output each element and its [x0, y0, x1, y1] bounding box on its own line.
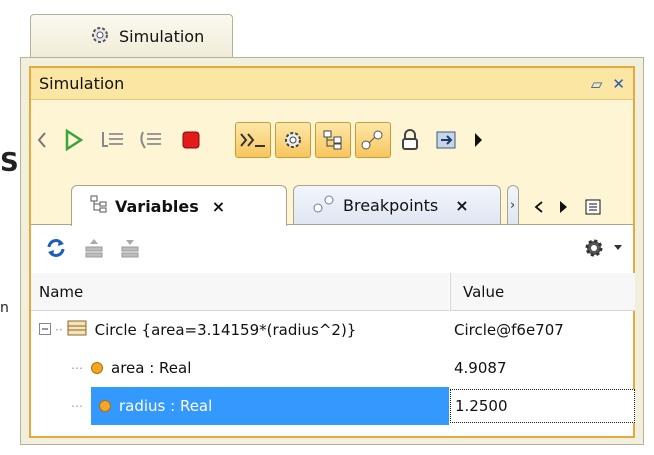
tree-connector: ⋯ — [71, 399, 83, 413]
tab-label: Simulation — [119, 27, 205, 46]
run-icon[interactable] — [61, 126, 87, 154]
pseudo-state-toggle-button[interactable] — [315, 122, 351, 158]
tab-simulation[interactable]: Simulation — [30, 14, 233, 58]
table-row-selected[interactable]: ⋯ radius : Real 1.2500 — [31, 387, 635, 425]
close-icon[interactable]: ✕ — [612, 75, 625, 93]
selected-highlight: radius : Real — [91, 387, 449, 425]
console-toggle-button[interactable] — [235, 122, 271, 158]
column-header-name[interactable]: Name — [31, 273, 449, 311]
cropped-text-fragment: S — [0, 148, 19, 178]
instance-icon — [67, 319, 87, 341]
tab-label: Breakpoints — [343, 196, 439, 215]
tab-variables[interactable]: Variables × — [71, 185, 287, 226]
lock-icon[interactable] — [397, 126, 423, 154]
settings-gear-icon[interactable] — [581, 235, 607, 261]
variable-name: Circle {area=3.14159*(radius^2)} — [94, 321, 357, 339]
simulation-panel: Simulation ▱ ✕ Variables × Breakpoints ×… — [20, 57, 644, 445]
expand-all-icon[interactable] — [117, 235, 143, 261]
variables-view: Name Value ·· Circle {area=3.14159*(radi… — [31, 224, 635, 436]
tab-list-icon[interactable] — [583, 197, 603, 217]
variables-toolbar — [31, 225, 633, 273]
variable-value: Circle@f6e707 — [454, 321, 564, 339]
collapse-toggle-icon[interactable] — [39, 321, 51, 339]
scroll-tabs-left-icon[interactable] — [531, 197, 547, 217]
step-over-icon[interactable] — [137, 126, 165, 154]
breakpoints-icon — [312, 194, 336, 218]
gear-icon — [89, 24, 111, 50]
simulation-view: Simulation ▱ ✕ Variables × Breakpoints ×… — [29, 66, 635, 438]
panel-title: Simulation — [39, 74, 125, 93]
tree-connector: ⋯ — [71, 361, 83, 375]
table-header: Name Value — [31, 273, 635, 311]
value-edit-field[interactable]: 1.2500 — [450, 389, 635, 423]
scroll-tabs-right-icon[interactable] — [555, 197, 571, 217]
variable-name: radius : Real — [119, 397, 213, 415]
table-row[interactable]: ⋯ area : Real 4.9087 — [31, 349, 633, 387]
terminate-icon[interactable] — [177, 126, 205, 154]
hierarchy-icon — [90, 195, 108, 217]
attribute-icon — [91, 362, 103, 374]
refresh-icon[interactable] — [43, 235, 69, 261]
restore-icon[interactable]: ▱ — [591, 75, 603, 93]
variable-name: area : Real — [111, 359, 192, 377]
step-into-icon[interactable] — [99, 126, 127, 154]
auto-open-diagrams-toggle-button[interactable] — [355, 122, 391, 158]
variable-value: 4.9087 — [454, 359, 507, 377]
chevron-down-icon[interactable] — [611, 239, 625, 257]
column-header-value[interactable]: Value — [450, 273, 635, 311]
attribute-icon — [99, 400, 111, 412]
subtab-bar: Variables × Breakpoints × › — [31, 173, 633, 226]
simulation-toolbar — [31, 116, 633, 164]
animation-toggle-button[interactable] — [275, 122, 311, 158]
table-row[interactable]: ·· Circle {area=3.14159*(radius^2)} Circ… — [31, 311, 633, 349]
close-icon[interactable]: × — [212, 197, 225, 216]
cropped-text-fragment: n — [0, 300, 9, 316]
panel-title-bar: Simulation ▱ ✕ — [31, 68, 633, 100]
more-icon[interactable] — [469, 128, 487, 152]
tab-label: Variables — [115, 196, 199, 216]
collapse-all-icon[interactable] — [81, 235, 107, 261]
close-icon[interactable]: × — [455, 196, 468, 215]
tab-overflow-partial[interactable]: › — [507, 185, 519, 225]
variables-table: Name Value ·· Circle {area=3.14159*(radi… — [31, 273, 635, 425]
export-trace-icon[interactable] — [433, 126, 461, 154]
tab-breakpoints[interactable]: Breakpoints × — [293, 185, 501, 225]
back-icon[interactable] — [35, 128, 49, 152]
